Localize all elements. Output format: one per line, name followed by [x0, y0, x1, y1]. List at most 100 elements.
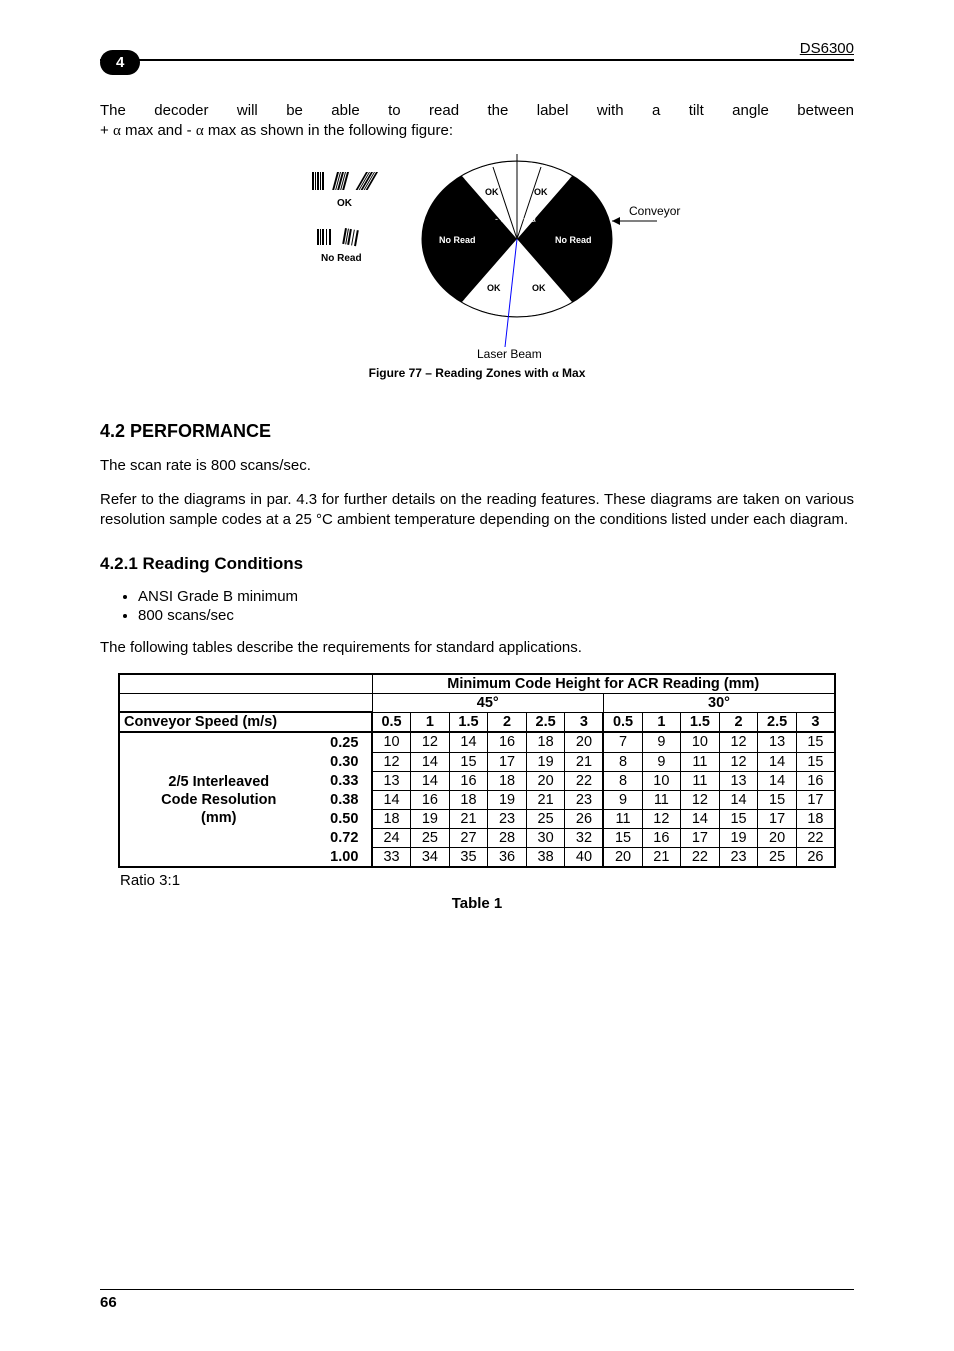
table-cell: 20 — [603, 848, 642, 868]
table-cell: 12 — [411, 732, 450, 752]
ok-top-right: OK — [534, 187, 548, 197]
table-cell: 27 — [449, 829, 488, 848]
table-cell: 14 — [719, 790, 758, 809]
heading-4-2-1: 4.2.1 Reading Conditions — [100, 554, 854, 574]
table-cell: 18 — [372, 809, 411, 828]
table-cell: 8 — [603, 752, 642, 771]
page-number: 66 — [100, 1294, 854, 1311]
table-cell: 10 — [642, 771, 681, 790]
page-footer: 66 — [100, 1289, 854, 1311]
table-cell: 17 — [758, 809, 797, 828]
table-cell: 22 — [681, 848, 720, 868]
table-cell: 16 — [488, 732, 527, 752]
table-cell: 32 — [565, 829, 604, 848]
table-cell: 21 — [642, 848, 681, 868]
intro-paragraph: The decoder will be able to read the lab… — [100, 101, 854, 142]
list-item: 800 scans/sec — [138, 607, 854, 624]
angle-30: 30° — [603, 693, 835, 712]
table-cell: 15 — [758, 790, 797, 809]
conditions-list: ANSI Grade B minimum 800 scans/sec — [100, 588, 854, 624]
row-block-label: 2/5 InterleavedCode Resolution(mm) — [119, 732, 318, 867]
table-cell: 23 — [565, 790, 604, 809]
table-title: Minimum Code Height for ACR Reading (mm) — [372, 674, 835, 694]
conveyor-speed-label: Conveyor Speed (m/s) — [119, 712, 372, 732]
table-cell: 19 — [411, 809, 450, 828]
figure-caption: Figure 77 – Reading Zones with α Max — [100, 366, 854, 381]
table-cell: 18 — [449, 790, 488, 809]
table-cell: 21 — [565, 752, 604, 771]
table-cell: 21 — [449, 809, 488, 828]
angle-45: 45° — [372, 693, 603, 712]
table-cell: 40 — [565, 848, 604, 868]
resolution-value: 1.00 — [318, 848, 372, 868]
table-cell: 15 — [796, 752, 835, 771]
table-cell: 22 — [796, 829, 835, 848]
table-cell: 26 — [796, 848, 835, 868]
intro-line2: + α max and - α max as shown in the foll… — [100, 122, 453, 139]
ok-bottom-left: OK — [487, 283, 501, 293]
table-cell: 23 — [719, 848, 758, 868]
table-cell: 18 — [526, 732, 565, 752]
table-cell: 12 — [372, 752, 411, 771]
footer-rule — [100, 1289, 854, 1290]
table-cell: 9 — [642, 752, 681, 771]
table-caption: Table 1 — [100, 895, 854, 912]
resolution-value: 0.30 — [318, 752, 372, 771]
page-header: DS6300 4 — [100, 40, 854, 61]
table-cell: 20 — [526, 771, 565, 790]
table-cell: 12 — [642, 809, 681, 828]
table-cell: 12 — [681, 790, 720, 809]
table-cell: 14 — [411, 752, 450, 771]
table-cell: 24 — [372, 829, 411, 848]
table-cell: 14 — [411, 771, 450, 790]
conveyor-label: Conveyor — [629, 204, 680, 218]
table-cell: 10 — [372, 732, 411, 752]
resolution-value: 0.38 — [318, 790, 372, 809]
table-cell: 10 — [681, 732, 720, 752]
table-cell: 17 — [681, 829, 720, 848]
resolution-value: 0.50 — [318, 809, 372, 828]
heading-4-2: 4.2 PERFORMANCE — [100, 421, 854, 442]
table-cell: 18 — [488, 771, 527, 790]
table-cell: 28 — [488, 829, 527, 848]
table-cell: 7 — [603, 732, 642, 752]
table-cell: 9 — [642, 732, 681, 752]
table-cell: 15 — [603, 829, 642, 848]
table-cell: 16 — [411, 790, 450, 809]
ok-bottom-right: OK — [532, 283, 546, 293]
para-refer-diagrams: Refer to the diagrams in par. 4.3 for fu… — [100, 490, 854, 531]
ok-top-left: OK — [485, 187, 499, 197]
table-cell: 20 — [758, 829, 797, 848]
laser-beam-label: Laser Beam — [477, 347, 542, 361]
noread-right: No Read — [555, 235, 592, 245]
table-cell: 15 — [719, 809, 758, 828]
table-cell: 14 — [449, 732, 488, 752]
table-cell: 14 — [372, 790, 411, 809]
table-cell: 11 — [603, 809, 642, 828]
table-cell: 13 — [372, 771, 411, 790]
resolution-value: 0.33 — [318, 771, 372, 790]
ok-label: OK — [337, 198, 353, 209]
reading-zones-diagram: OK No Read — [237, 154, 717, 364]
blank-header — [119, 674, 372, 694]
table-cell: 15 — [449, 752, 488, 771]
document-id: DS6300 — [100, 40, 854, 57]
chapter-badge: 4 — [100, 50, 140, 75]
table-cell: 9 — [603, 790, 642, 809]
minus-alpha: - α — [495, 214, 506, 224]
table-cell: 12 — [719, 752, 758, 771]
table-cell: 38 — [526, 848, 565, 868]
table-cell: 12 — [719, 732, 758, 752]
table-cell: 16 — [796, 771, 835, 790]
table-cell: 20 — [565, 732, 604, 752]
table-cell: 26 — [565, 809, 604, 828]
table-cell: 16 — [642, 829, 681, 848]
table-cell: 17 — [796, 790, 835, 809]
header-rule — [100, 59, 854, 61]
table-cell: 34 — [411, 848, 450, 868]
table-cell: 13 — [719, 771, 758, 790]
figure-77: OK No Read — [100, 154, 854, 364]
table-cell: 18 — [796, 809, 835, 828]
table-cell: 25 — [758, 848, 797, 868]
resolution-value: 0.25 — [318, 732, 372, 752]
